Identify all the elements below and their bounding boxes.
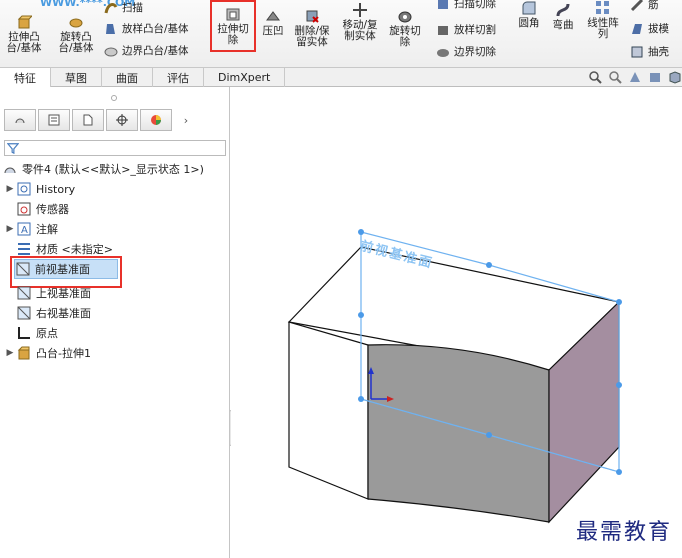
extrude-boss-button[interactable]: 拉伸凸 台/基体 bbox=[6, 14, 42, 54]
lofted-cut-icon bbox=[438, 25, 448, 35]
loft-boss-button[interactable]: 放样凸台/基体 bbox=[104, 21, 189, 36]
expand-arrow-icon[interactable]: ▶ bbox=[4, 184, 16, 194]
command-ribbon: WWW.****.COM 拉伸凸 台/基体 旋转凸 台/基体 扫描 放样凸台/基… bbox=[0, 0, 682, 68]
panel-tabs-more-icon[interactable]: › bbox=[174, 109, 198, 131]
plane-handle[interactable] bbox=[486, 432, 492, 438]
indent-icon bbox=[266, 11, 280, 21]
watermark-text: 最需教育 bbox=[575, 520, 672, 545]
front-left-face bbox=[288, 321, 369, 500]
tree-item-sensors[interactable]: 传感器 bbox=[16, 199, 69, 219]
view-orientation-icon[interactable] bbox=[668, 70, 682, 84]
tree-root-part[interactable]: 零件4 (默认<<默认>_显示状态 1>) bbox=[2, 159, 204, 179]
crosshair-icon bbox=[116, 114, 128, 126]
move-body-icon bbox=[353, 3, 367, 17]
appearance-icon bbox=[151, 115, 161, 125]
sweep-icon bbox=[104, 2, 118, 13]
panel-tabs: › bbox=[4, 109, 198, 133]
tree-item-history[interactable]: ▶ History bbox=[4, 179, 75, 199]
boundary-cut-icon bbox=[437, 48, 449, 57]
annotation-icon: A bbox=[17, 222, 31, 236]
tab-features[interactable]: 特征 bbox=[0, 68, 51, 87]
linear-pattern-button[interactable]: 线性阵 列 bbox=[586, 0, 620, 40]
boundary-cut-button[interactable]: 边界切除 bbox=[436, 44, 496, 59]
tree-item-top-plane[interactable]: 上视基准面 bbox=[16, 283, 91, 303]
swept-cut-button[interactable]: 扫描切除 bbox=[436, 0, 496, 11]
expand-arrow-icon[interactable]: ▶ bbox=[4, 224, 16, 234]
plane-handle[interactable] bbox=[358, 396, 364, 402]
previous-view-icon[interactable] bbox=[628, 70, 642, 84]
heads-up-view-toolbar bbox=[588, 70, 682, 84]
panel-grip[interactable] bbox=[111, 95, 117, 101]
flex-button[interactable]: 弯曲 bbox=[548, 2, 578, 31]
fillet-icon bbox=[522, 1, 536, 15]
shell-button[interactable]: 抽壳 bbox=[630, 44, 669, 59]
front-cut-face bbox=[367, 344, 550, 523]
sensor-icon bbox=[17, 202, 31, 216]
boundary-boss-icon bbox=[104, 47, 118, 56]
tree-item-right-plane[interactable]: 右视基准面 bbox=[16, 303, 91, 323]
feature-manager-tab[interactable] bbox=[4, 109, 36, 131]
sweep-button[interactable]: 扫描 bbox=[104, 0, 143, 15]
section-view-icon[interactable] bbox=[648, 70, 662, 84]
extrude-feature-icon bbox=[17, 346, 30, 360]
indent-button[interactable]: 压凹 bbox=[260, 8, 286, 37]
revolve-boss-button[interactable]: 旋转凸 台/基体 bbox=[56, 14, 96, 54]
property-icon bbox=[48, 114, 60, 126]
fillet-button[interactable]: 圆角 bbox=[516, 0, 542, 29]
draft-button[interactable]: 拔模 bbox=[630, 21, 669, 36]
zoom-area-icon[interactable] bbox=[608, 70, 622, 84]
tree-item-origin[interactable]: 原点 bbox=[16, 323, 58, 343]
extrude-boss-icon bbox=[17, 15, 32, 29]
configuration-icon bbox=[83, 114, 93, 126]
tab-surfaces[interactable]: 曲面 bbox=[102, 68, 153, 87]
svg-text:A: A bbox=[21, 225, 28, 236]
plane-icon bbox=[17, 306, 31, 320]
part-icon bbox=[4, 167, 16, 174]
feature-tree-icon bbox=[15, 118, 25, 124]
tab-evaluate[interactable]: 评估 bbox=[153, 68, 204, 87]
draft-icon bbox=[632, 23, 642, 34]
revolved-cut-icon bbox=[398, 11, 412, 23]
model-view bbox=[287, 229, 622, 524]
history-icon bbox=[17, 182, 31, 196]
flex-icon bbox=[556, 3, 570, 17]
extruded-cut-highlight bbox=[210, 0, 256, 52]
linear-pattern-icon bbox=[596, 1, 609, 14]
command-manager-tabs: 特征 草图 曲面 评估 DimXpert bbox=[0, 68, 682, 87]
plane-handle[interactable] bbox=[616, 299, 622, 305]
graphics-viewport: 前视基准面 bbox=[231, 87, 682, 558]
rib-button[interactable]: 筋 bbox=[630, 0, 659, 12]
tree-filter[interactable] bbox=[4, 140, 226, 156]
expand-arrow-icon[interactable]: ▶ bbox=[4, 348, 16, 358]
tab-dimxpert[interactable]: DimXpert bbox=[204, 68, 286, 87]
revolved-cut-button[interactable]: 旋转切 除 bbox=[388, 8, 422, 48]
plane-handle[interactable] bbox=[486, 262, 492, 268]
delete-body-icon bbox=[306, 10, 319, 23]
plane-icon bbox=[17, 286, 31, 300]
configuration-manager-tab[interactable] bbox=[72, 109, 104, 131]
boundary-boss-button[interactable]: 边界凸台/基体 bbox=[104, 43, 189, 58]
swept-cut-icon bbox=[438, 0, 448, 9]
property-manager-tab[interactable] bbox=[38, 109, 70, 131]
tree-item-annotations[interactable]: ▶ A 注解 bbox=[4, 219, 58, 239]
lofted-cut-button[interactable]: 放样切割 bbox=[436, 22, 496, 37]
feature-manager-panel: › 零件4 (默认<<默认>_显示状态 1>) ▶ History 传感器 ▶ … bbox=[0, 87, 230, 558]
tree-item-boss-extrude1[interactable]: ▶ 凸台-拉伸1 bbox=[4, 343, 91, 363]
tab-sketch[interactable]: 草图 bbox=[51, 68, 102, 87]
delete-keep-body-button[interactable]: 删除/保 留实体 bbox=[292, 8, 332, 48]
material-icon bbox=[18, 243, 30, 255]
zoom-fit-icon[interactable] bbox=[588, 70, 602, 84]
dimxpert-manager-tab[interactable] bbox=[106, 109, 138, 131]
plane-handle[interactable] bbox=[616, 382, 622, 388]
plane-handle[interactable] bbox=[616, 469, 622, 475]
origin-icon bbox=[18, 327, 30, 339]
shell-icon bbox=[631, 46, 643, 57]
plane-handle[interactable] bbox=[358, 312, 364, 318]
display-manager-tab[interactable] bbox=[140, 109, 172, 131]
move-copy-body-button[interactable]: 移动/复 制实体 bbox=[340, 2, 380, 42]
rib-icon bbox=[630, 0, 644, 11]
revolve-boss-icon bbox=[69, 18, 83, 28]
loft-boss-icon bbox=[106, 23, 115, 34]
filter-icon bbox=[7, 143, 19, 154]
